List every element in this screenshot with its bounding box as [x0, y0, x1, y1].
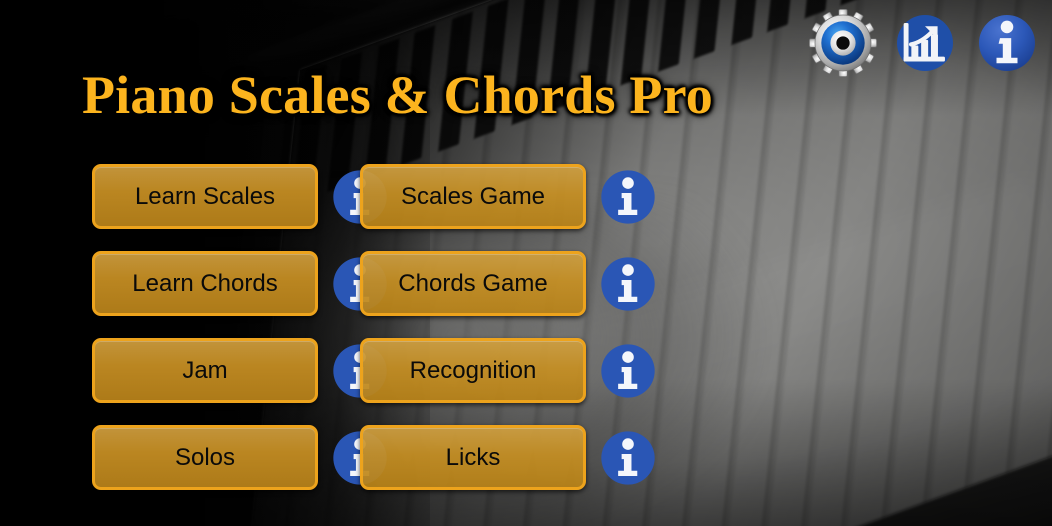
app-root: Piano Scales & Chords Pro Learn Scales S…: [0, 0, 1052, 526]
info-icon: [972, 8, 1042, 78]
page-title: Piano Scales & Chords Pro: [82, 65, 714, 125]
menu-button-scales-game[interactable]: Scales Game: [360, 164, 586, 229]
menu-button-learn-scales[interactable]: Learn Scales: [92, 164, 318, 229]
info-icon: [599, 342, 657, 400]
top-icon-bar: [808, 8, 1042, 78]
menu-button-chords-game[interactable]: Chords Game: [360, 251, 586, 316]
menu-button-learn-chords[interactable]: Learn Chords: [92, 251, 318, 316]
chart-icon: [890, 8, 960, 78]
info-icon: [599, 255, 657, 313]
settings-button[interactable]: [808, 8, 878, 78]
menu-button-solos[interactable]: Solos: [92, 425, 318, 490]
info-button-chords-game[interactable]: [599, 255, 657, 313]
info-button-licks[interactable]: [599, 429, 657, 487]
info-button[interactable]: [972, 8, 1042, 78]
info-button-recognition[interactable]: [599, 342, 657, 400]
main-menu: Learn Scales Scales Game Learn Chords Ch…: [92, 164, 655, 490]
menu-button-jam[interactable]: Jam: [92, 338, 318, 403]
info-icon: [599, 168, 657, 226]
statistics-button[interactable]: [890, 8, 960, 78]
menu-button-licks[interactable]: Licks: [360, 425, 586, 490]
info-button-scales-game[interactable]: [599, 168, 657, 226]
gear-icon: [808, 8, 878, 78]
info-icon: [599, 429, 657, 487]
menu-button-recognition[interactable]: Recognition: [360, 338, 586, 403]
